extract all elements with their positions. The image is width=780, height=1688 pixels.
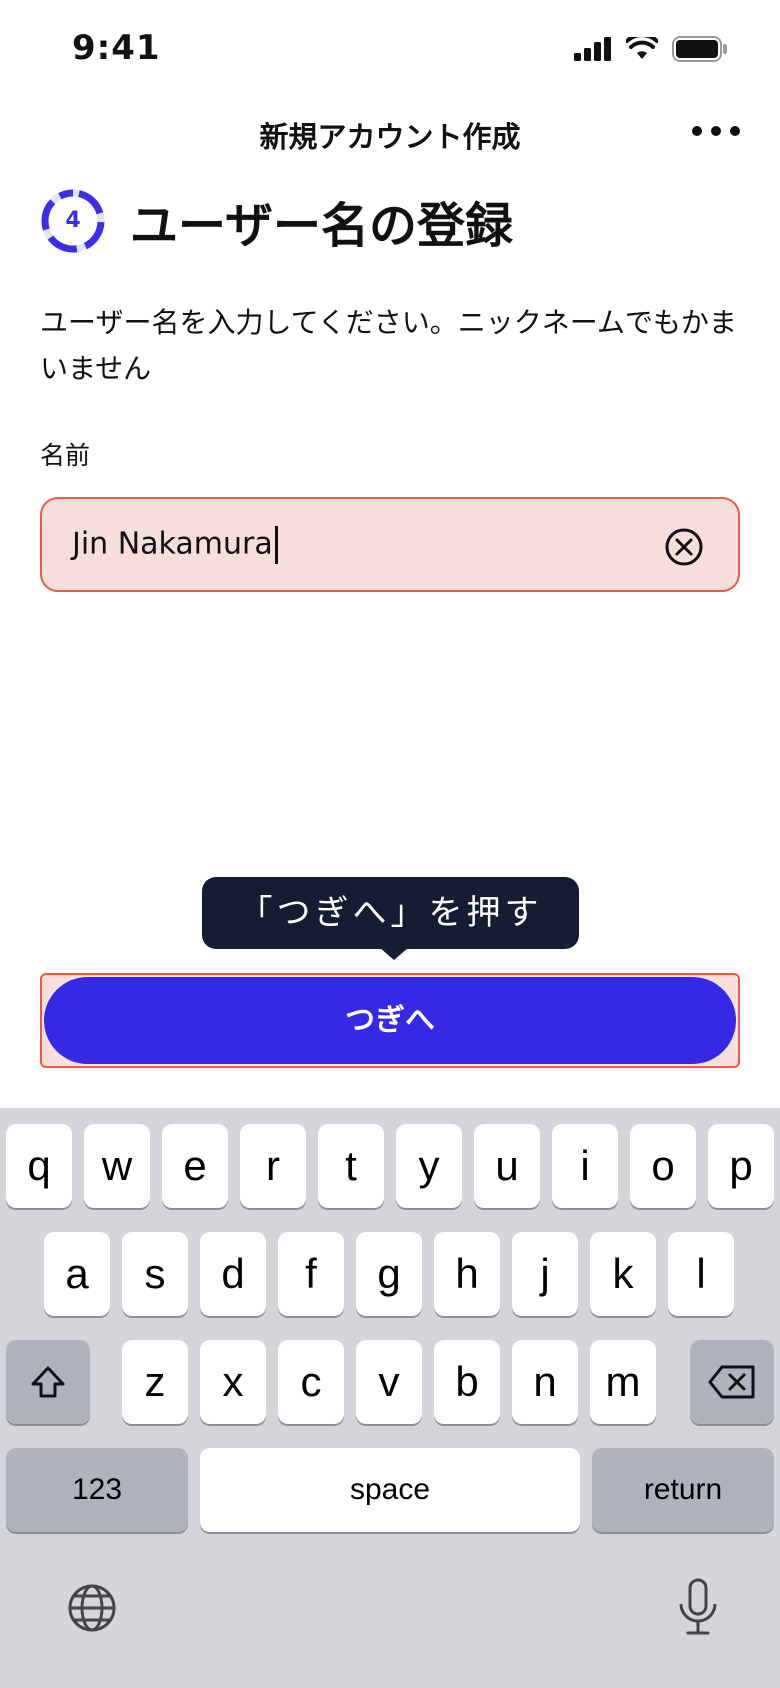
shift-key[interactable]	[6, 1340, 90, 1424]
next-button-highlight: つぎへ	[40, 973, 740, 1068]
key-t[interactable]: t	[318, 1124, 384, 1208]
nav-bar: 新規アカウント作成	[0, 100, 780, 164]
key-y[interactable]: y	[396, 1124, 462, 1208]
tooltip-hint: 「つぎへ」を押す	[202, 877, 579, 949]
key-n[interactable]: n	[512, 1340, 578, 1424]
numbers-key[interactable]: 123	[6, 1448, 188, 1532]
return-key[interactable]: return	[592, 1448, 774, 1532]
clear-input-icon[interactable]	[664, 527, 704, 567]
status-bar: 9:41	[0, 0, 780, 100]
step-number: 4	[65, 208, 81, 233]
key-p[interactable]: p	[708, 1124, 774, 1208]
tooltip-arrow	[380, 948, 408, 960]
key-e[interactable]: e	[162, 1124, 228, 1208]
nav-title: 新規アカウント作成	[259, 120, 521, 154]
status-icons	[574, 36, 728, 62]
more-options-button[interactable]	[692, 116, 740, 146]
key-u[interactable]: u	[474, 1124, 540, 1208]
key-r[interactable]: r	[240, 1124, 306, 1208]
status-time: 9:41	[72, 28, 161, 68]
microphone-icon[interactable]	[676, 1578, 720, 1638]
key-d[interactable]: d	[200, 1232, 266, 1316]
globe-icon[interactable]	[66, 1582, 118, 1634]
key-j[interactable]: j	[512, 1232, 578, 1316]
key-c[interactable]: c	[278, 1340, 344, 1424]
key-x[interactable]: x	[200, 1340, 266, 1424]
key-z[interactable]: z	[122, 1340, 188, 1424]
name-field-label: 名前	[40, 441, 91, 470]
shift-icon	[31, 1366, 65, 1398]
name-input[interactable]: Jin Nakamura	[40, 497, 740, 592]
more-dot-icon	[711, 126, 721, 136]
key-m[interactable]: m	[590, 1340, 656, 1424]
step-progress-indicator: 4	[40, 188, 106, 254]
key-v[interactable]: v	[356, 1340, 422, 1424]
key-h[interactable]: h	[434, 1232, 500, 1316]
key-g[interactable]: g	[356, 1232, 422, 1316]
key-i[interactable]: i	[552, 1124, 618, 1208]
key-a[interactable]: a	[44, 1232, 110, 1316]
key-o[interactable]: o	[630, 1124, 696, 1208]
page-title: ユーザー名の登録	[130, 198, 514, 254]
description-text: ユーザー名を入力してください。ニックネームでもかまいません	[40, 306, 737, 385]
cellular-signal-icon	[574, 37, 611, 61]
on-screen-keyboard: q w e r t y u i o p a s d f g h j k l z …	[0, 1108, 780, 1688]
key-k[interactable]: k	[590, 1232, 656, 1316]
wifi-icon	[626, 37, 658, 59]
space-key[interactable]: space	[200, 1448, 580, 1532]
key-q[interactable]: q	[6, 1124, 72, 1208]
battery-icon	[672, 36, 727, 62]
key-b[interactable]: b	[434, 1340, 500, 1424]
name-input-text: Jin Nakamura	[72, 526, 273, 561]
backspace-icon	[708, 1365, 755, 1399]
backspace-key[interactable]	[690, 1340, 774, 1424]
name-input-value[interactable]: Jin Nakamura	[72, 525, 278, 564]
key-f[interactable]: f	[278, 1232, 344, 1316]
page-header: 4 ユーザー名の登録	[40, 186, 513, 256]
more-dot-icon	[730, 126, 740, 136]
text-caret	[274, 525, 278, 564]
key-w[interactable]: w	[84, 1124, 150, 1208]
next-button[interactable]: つぎへ	[44, 977, 736, 1064]
key-s[interactable]: s	[122, 1232, 188, 1316]
more-dot-icon	[692, 126, 702, 136]
key-l[interactable]: l	[668, 1232, 734, 1316]
